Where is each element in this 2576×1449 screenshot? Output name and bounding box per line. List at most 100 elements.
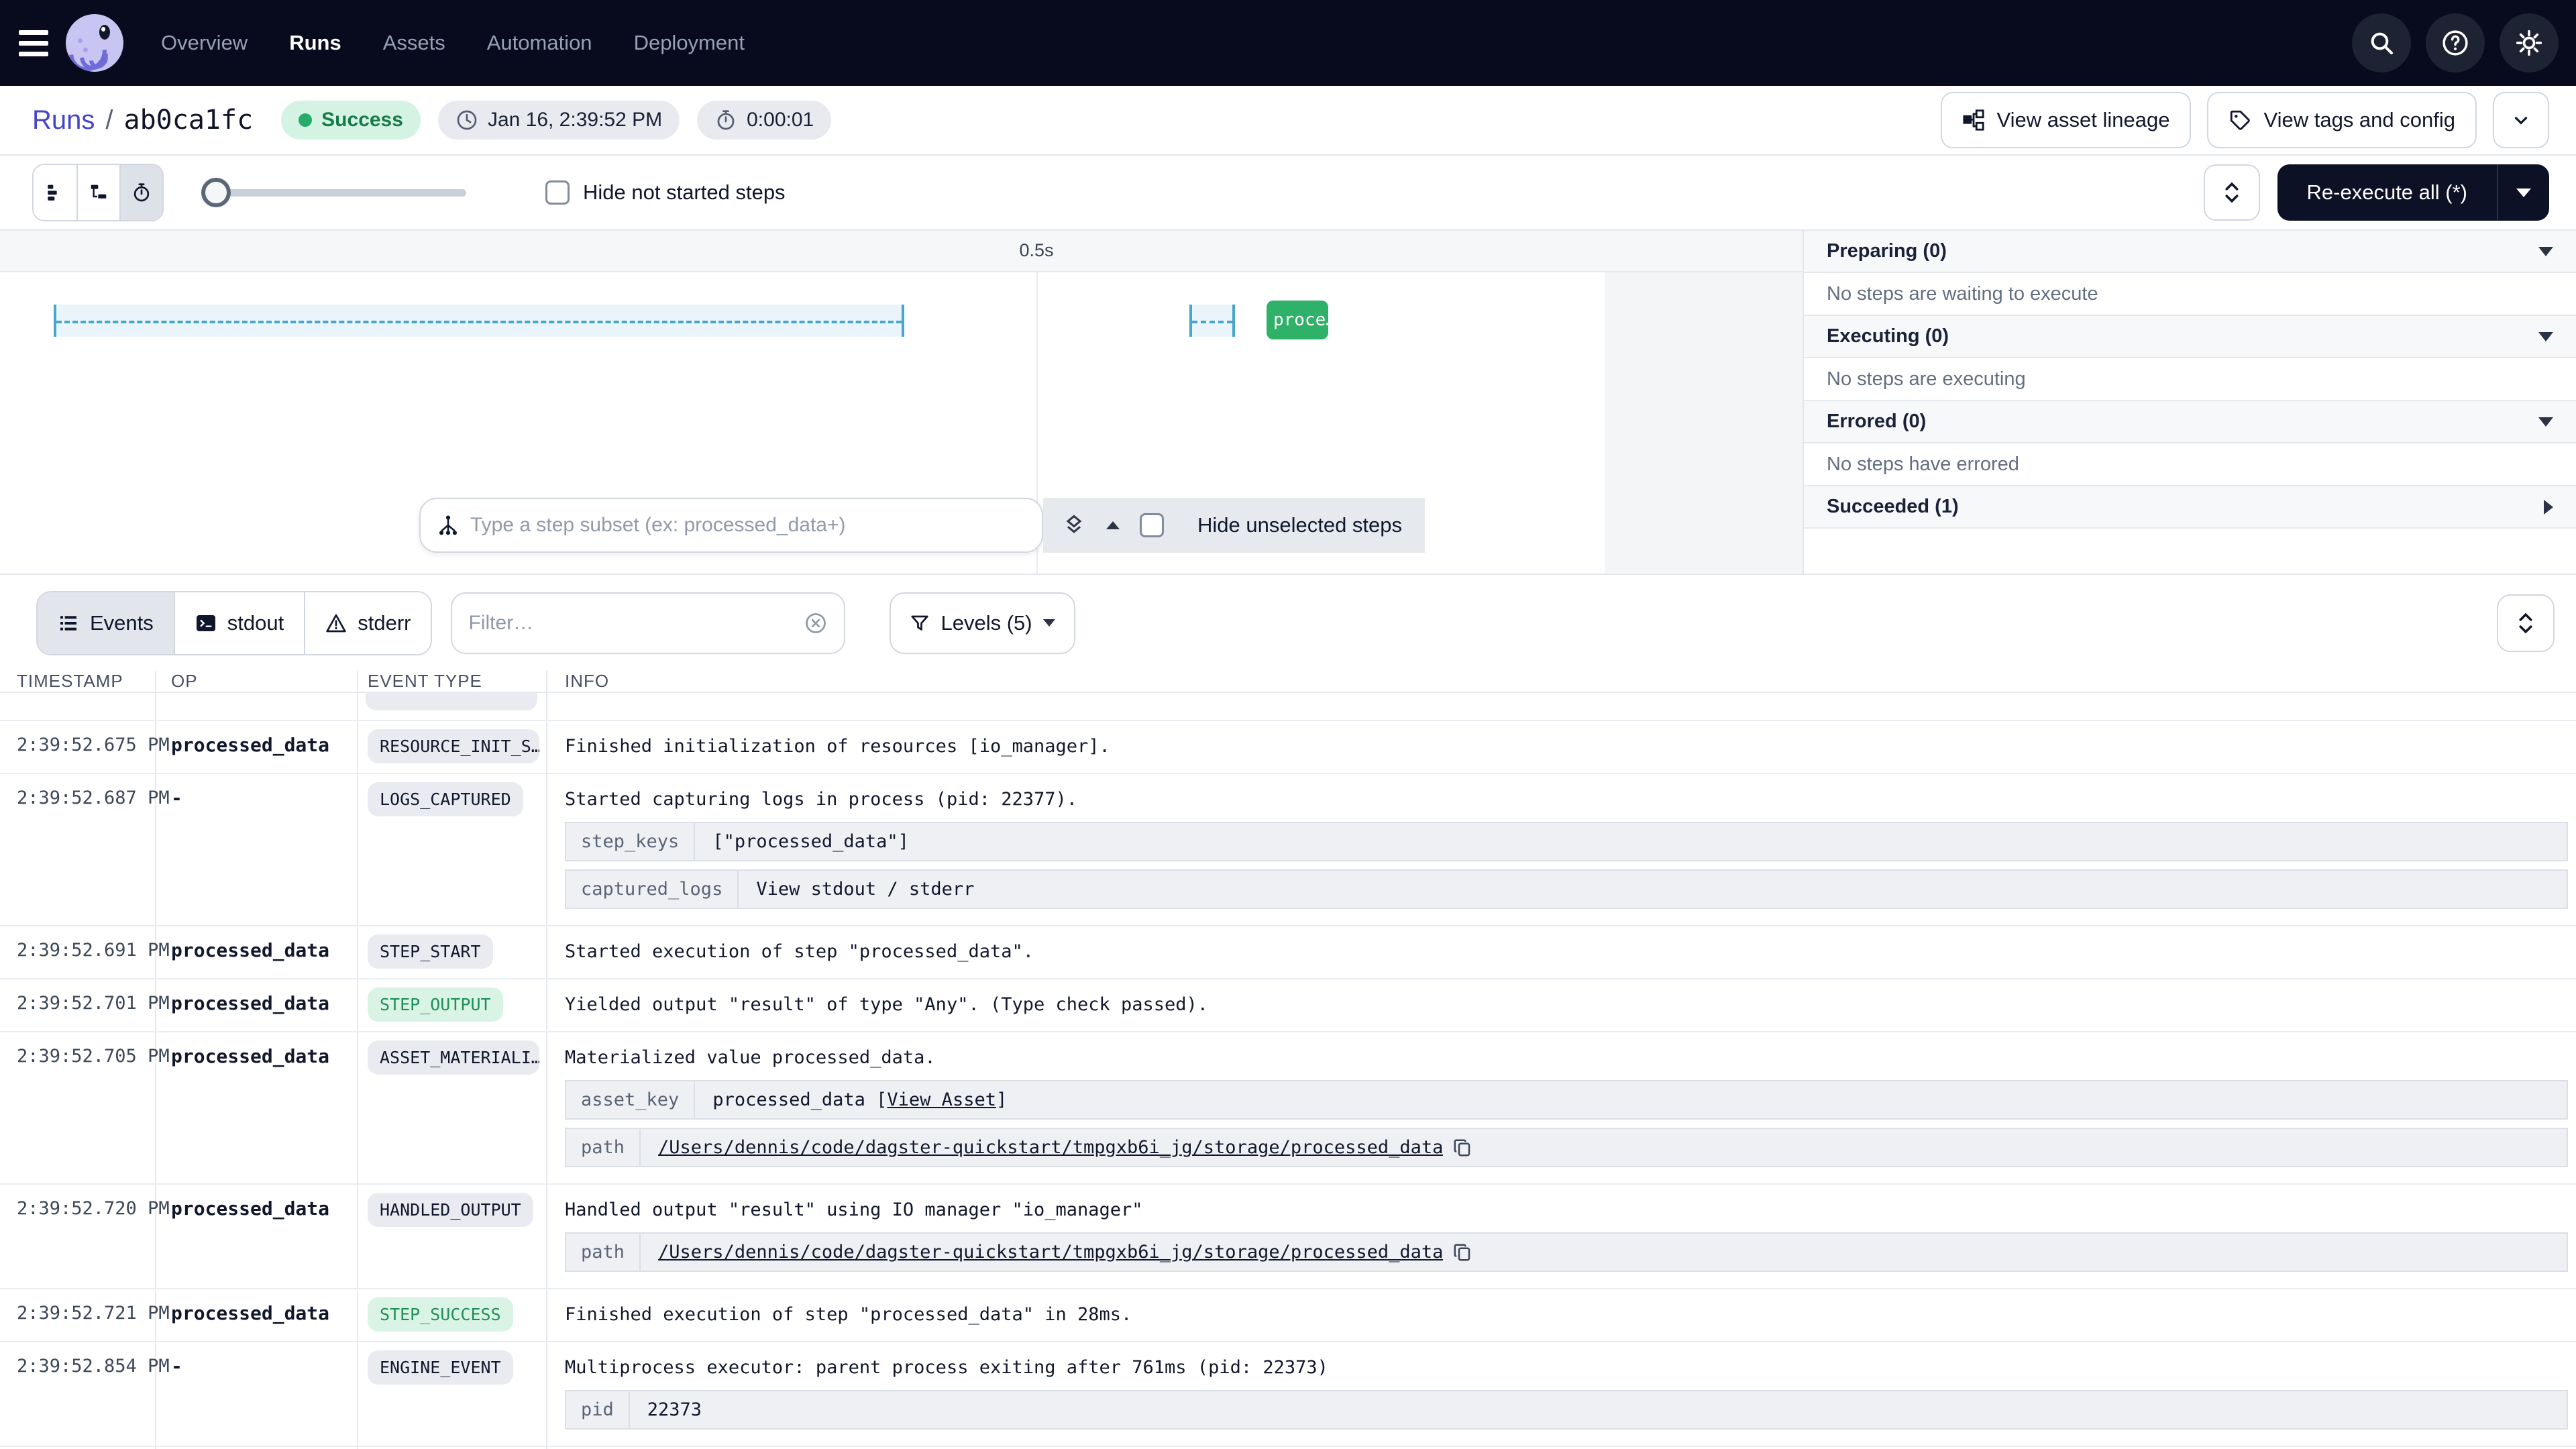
metadata-link[interactable]: /Users/dennis/code/dagster-quickstart/tm… <box>658 1137 1443 1158</box>
terminal-icon <box>195 612 217 634</box>
metadata-link[interactable]: View stdout / stderr <box>756 879 974 900</box>
status-section-header[interactable]: Executing (0) <box>1804 316 2576 358</box>
status-section-body: No steps have errored <box>1804 443 2576 486</box>
hide-not-started-label: Hide not started steps <box>583 180 786 205</box>
slider-handle[interactable] <box>201 178 231 207</box>
hide-unselected-checkbox[interactable] <box>1140 513 1164 537</box>
log-timestamp: 2:39:52.720 PM <box>0 1185 156 1288</box>
gantt-chart: 0.5s proce… Hide unselected steps <box>0 231 1803 574</box>
reexecute-options-button[interactable] <box>2497 164 2549 221</box>
chevron-down-icon <box>1043 619 1055 627</box>
caret-down-icon <box>2538 417 2553 427</box>
gantt-zoom-slider[interactable] <box>201 178 466 207</box>
scrolled-pill-fragment <box>366 693 537 710</box>
status-section-header[interactable]: Succeeded (1) <box>1804 486 2576 529</box>
status-section-header[interactable]: Errored (0) <box>1804 401 2576 443</box>
event-type-badge: LOGS_CAPTURED <box>368 782 523 816</box>
nav-item-deployment[interactable]: Deployment <box>634 31 745 55</box>
view-asset-lineage-button[interactable]: View asset lineage <box>1941 92 2192 148</box>
tab-stdout[interactable]: stdout <box>174 592 304 654</box>
status-section-title: Preparing (0) <box>1827 240 2538 262</box>
event-type-badge: STEP_OUTPUT <box>368 987 503 1022</box>
breadcrumb-runs-link[interactable]: Runs <box>32 105 95 136</box>
log-message: Started capturing logs in process (pid: … <box>565 789 2568 810</box>
log-row: 2:39:52.701 PMprocessed_dataSTEP_OUTPUTY… <box>0 978 2576 1031</box>
metadata-entry: asset_keyprocessed_data [View Asset] <box>565 1080 2568 1120</box>
copy-icon[interactable] <box>1452 1242 1472 1263</box>
gantt-off-band <box>1605 272 1803 574</box>
log-toolbar: Events stdout stderr Levels (5) <box>0 574 2576 671</box>
hide-unselected-label: Hide unselected steps <box>1197 513 1402 537</box>
metadata-list: asset_keyprocessed_data [View Asset] path… <box>565 1080 2568 1167</box>
events-list-icon <box>58 612 79 634</box>
gantt-time-axis: 0.5s <box>0 231 1803 272</box>
clear-filter-icon[interactable] <box>804 611 828 635</box>
settings-button[interactable] <box>2500 13 2559 72</box>
nav-item-overview[interactable]: Overview <box>161 31 248 55</box>
hamburger-menu-icon[interactable] <box>12 21 55 64</box>
column-header-info: INFO <box>547 671 2576 692</box>
help-icon <box>2440 28 2470 58</box>
log-op: processed_data <box>156 926 358 978</box>
log-filter-input[interactable] <box>468 612 804 635</box>
log-panel-resize-button[interactable] <box>2497 594 2555 652</box>
metadata-list: pid22373 <box>565 1390 2568 1430</box>
hide-not-started-checkbox[interactable] <box>545 180 570 205</box>
tab-stderr[interactable]: stderr <box>304 592 431 654</box>
levels-filter-button[interactable]: Levels (5) <box>890 592 1075 654</box>
log-timestamp: 2:39:52.691 PM <box>0 926 156 978</box>
metadata-key: path <box>566 1234 641 1271</box>
caret-right-icon <box>2544 500 2553 515</box>
log-timestamp: 2:39:52.687 PM <box>0 774 156 925</box>
collapse-selector-icon[interactable] <box>1106 521 1120 529</box>
warning-icon <box>325 612 347 634</box>
layers-icon[interactable] <box>1062 513 1086 537</box>
metadata-list: step_keys["processed_data"]captured_logs… <box>565 822 2568 909</box>
log-message: Multiprocess executor: parent process ex… <box>565 1357 2568 1378</box>
gantt-step-bar-processed-data[interactable]: proce… <box>1267 301 1328 339</box>
slider-track <box>201 189 466 197</box>
column-header-event-type: EVENT TYPE <box>358 671 547 692</box>
breadcrumb-separator: / <box>105 105 113 136</box>
dagster-logo[interactable] <box>66 14 123 72</box>
metadata-entry: path/Users/dennis/code/dagster-quickstar… <box>565 1232 2568 1272</box>
event-type-badge: ENGINE_EVENT <box>368 1350 513 1385</box>
nav-item-assets[interactable]: Assets <box>383 31 445 55</box>
gantt-toolbar: Hide not started steps Re-execute all (*… <box>0 156 2576 229</box>
view-mode-waterfall-button[interactable] <box>76 165 119 220</box>
metadata-entry: captured_logsView stdout / stderr <box>565 869 2568 909</box>
help-button[interactable] <box>2426 13 2485 72</box>
metadata-link[interactable]: /Users/dennis/code/dagster-quickstart/tm… <box>658 1242 1443 1263</box>
view-mode-timed-button[interactable] <box>119 165 162 220</box>
nav-links: Overview Runs Assets Automation Deployme… <box>161 31 745 55</box>
clock-icon <box>455 109 478 131</box>
top-navbar: Overview Runs Assets Automation Deployme… <box>0 0 2576 86</box>
metadata-entry: path/Users/dennis/code/dagster-quickstar… <box>565 1128 2568 1167</box>
reexecute-all-button[interactable]: Re-execute all (*) <box>2277 164 2549 221</box>
funnel-icon <box>910 613 930 633</box>
view-mode-flat-button[interactable] <box>34 165 76 220</box>
tab-events[interactable]: Events <box>38 592 174 654</box>
log-message: Finished initialization of resources [io… <box>565 736 2568 757</box>
hide-not-started-checkbox-row[interactable]: Hide not started steps <box>545 180 786 205</box>
run-actions-dropdown-button[interactable] <box>2493 92 2549 148</box>
view-tags-config-button[interactable]: View tags and config <box>2207 92 2477 148</box>
expand-collapse-icon <box>2516 611 2535 635</box>
log-timestamp: 2:39:52.854 PM <box>0 1342 156 1446</box>
event-type-badge: ASSET_MATERIALI… <box>368 1040 539 1075</box>
nav-item-automation[interactable]: Automation <box>487 31 592 55</box>
panel-resize-button[interactable] <box>2204 164 2260 221</box>
search-button[interactable] <box>2352 13 2411 72</box>
nav-item-runs[interactable]: Runs <box>289 31 341 55</box>
metadata-list: path/Users/dennis/code/dagster-quickstar… <box>565 1232 2568 1272</box>
stopwatch-icon <box>131 182 152 203</box>
status-section-header[interactable]: Preparing (0) <box>1804 231 2576 273</box>
event-type-badge: HANDLED_OUTPUT <box>368 1193 533 1227</box>
metadata-link[interactable]: View Asset <box>887 1089 996 1110</box>
gear-icon <box>2514 28 2544 58</box>
copy-icon[interactable] <box>1452 1138 1472 1158</box>
scrolled-row-sliver-zone <box>0 693 2576 720</box>
caret-down-icon <box>2538 332 2553 341</box>
step-subset-input[interactable] <box>470 514 1026 537</box>
log-op: processed_data <box>156 1185 358 1288</box>
